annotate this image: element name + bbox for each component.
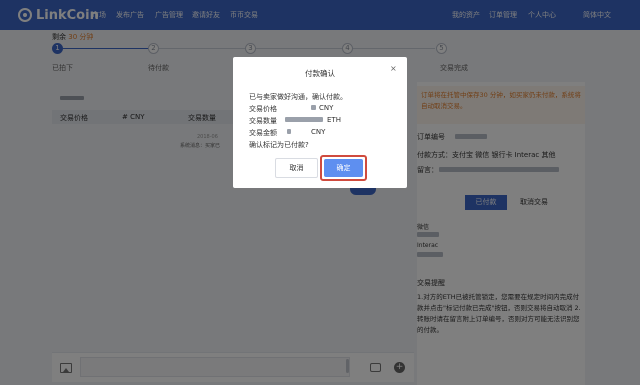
dialog-title: 付款确认 — [305, 69, 335, 78]
dialog-confirm-button[interactable]: 确定 — [324, 159, 363, 177]
price-unit: CNY — [319, 104, 334, 112]
close-icon[interactable]: × — [390, 65, 397, 73]
price-value-masked — [311, 105, 316, 110]
total-value-masked — [287, 129, 291, 134]
quantity-unit: ETH — [327, 116, 341, 124]
dialog-message: 已与卖家做好沟通，确认付款。 — [249, 93, 347, 101]
quantity-value-masked — [285, 117, 323, 122]
dialog-cancel-button[interactable]: 取消 — [275, 158, 318, 178]
payment-confirm-dialog: 付款确认 × 已与卖家做好沟通，确认付款。 交易价格 CNY 交易数量 ETH … — [233, 57, 407, 188]
total-unit: CNY — [311, 128, 326, 136]
confirm-question: 确认标记为已付款? — [249, 141, 309, 149]
price-label: 交易价格 — [249, 105, 277, 113]
confirm-highlight: 确定 — [320, 155, 367, 181]
quantity-label: 交易数量 — [249, 117, 277, 125]
total-label: 交易金额 — [249, 129, 277, 137]
